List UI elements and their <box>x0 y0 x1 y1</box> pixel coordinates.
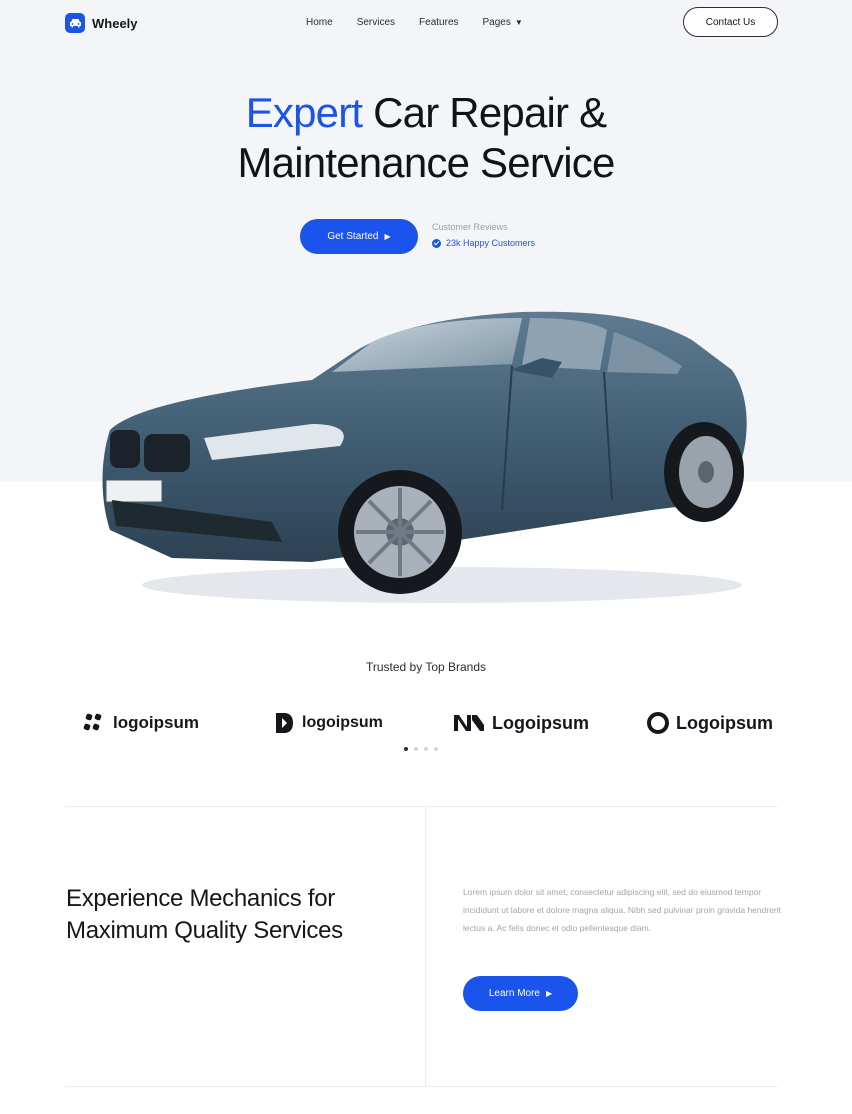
headline-accent: Expert <box>245 89 363 136</box>
carousel-dots <box>404 747 438 751</box>
check-circle-icon <box>432 238 441 248</box>
section-divider <box>65 1086 778 1087</box>
car-image <box>102 311 747 603</box>
brand-logo-3[interactable]: Logoipsum <box>453 706 589 740</box>
brand-logo-1-text: logoipsum <box>113 713 199 732</box>
brand-logo-2-text: logoipsum <box>302 714 383 731</box>
learn-more-button[interactable]: Learn More ▶ <box>463 976 578 1011</box>
nav-pages-label: Pages <box>482 17 511 28</box>
brand-logo-4[interactable]: Logoipsum <box>647 706 773 740</box>
car-icon <box>65 13 85 33</box>
headline-line2: Maintenance Service <box>237 139 615 186</box>
carousel-dot[interactable] <box>404 747 408 751</box>
logo-mark-icon <box>276 713 293 733</box>
logo-mark-icon <box>83 713 102 731</box>
brand-logo-4-text: Logoipsum <box>676 712 773 733</box>
nav-links: Home Services Features Pages ▼ <box>306 17 523 28</box>
reviews-count-row: 23k Happy Customers <box>432 238 535 248</box>
section-body: Lorem ipsum dolor sit amet, consectetur … <box>463 887 782 933</box>
hero-headline: Expert Car Repair & Maintenance Service <box>0 88 852 188</box>
brand-logo-2[interactable]: logoipsum <box>273 706 383 740</box>
trusted-brands-title: Trusted by Top Brands <box>365 660 487 674</box>
nav-features[interactable]: Features <box>419 17 458 28</box>
contact-button[interactable]: Contact Us <box>683 7 778 37</box>
brand-logo-3-text: Logoipsum <box>492 712 589 733</box>
section-divider <box>65 806 778 807</box>
carousel-dot[interactable] <box>424 747 428 751</box>
get-started-label: Get Started <box>327 231 379 242</box>
section-title: Experience Mechanics for Maximum Quality… <box>66 885 343 944</box>
nav-pages[interactable]: Pages ▼ <box>483 17 523 28</box>
logo-mark-icon <box>647 712 669 734</box>
customer-reviews: Customer Reviews 23k Happy Customers <box>432 222 535 248</box>
learn-more-label: Learn More <box>488 988 540 999</box>
arrow-right-icon: ▶ <box>384 232 391 241</box>
reviews-count: 23k Happy Customers <box>446 238 536 248</box>
carousel-dot[interactable] <box>434 747 438 751</box>
caret-down-icon: ▼ <box>514 18 523 27</box>
top-navbar: Wheely Home Services Features Pages ▼ Con… <box>0 0 852 48</box>
logo-mark-icon <box>454 715 484 731</box>
headline-line1: Car Repair & <box>362 89 607 136</box>
brand-logo-1[interactable]: logoipsum <box>82 706 199 740</box>
get-started-button[interactable]: Get Started ▶ <box>300 219 418 254</box>
column-divider <box>425 806 426 1086</box>
brand-name: Wheely <box>92 15 138 31</box>
arrow-right-icon: ▶ <box>545 989 553 998</box>
brand-logos: logoipsum logoipsum Logoipsum Logoipsum <box>0 706 852 740</box>
nav-services[interactable]: Services <box>357 17 395 28</box>
reviews-label: Customer Reviews <box>432 222 508 232</box>
carousel-dot[interactable] <box>414 747 418 751</box>
brand[interactable]: Wheely <box>65 13 138 33</box>
nav-home[interactable]: Home <box>306 17 333 28</box>
